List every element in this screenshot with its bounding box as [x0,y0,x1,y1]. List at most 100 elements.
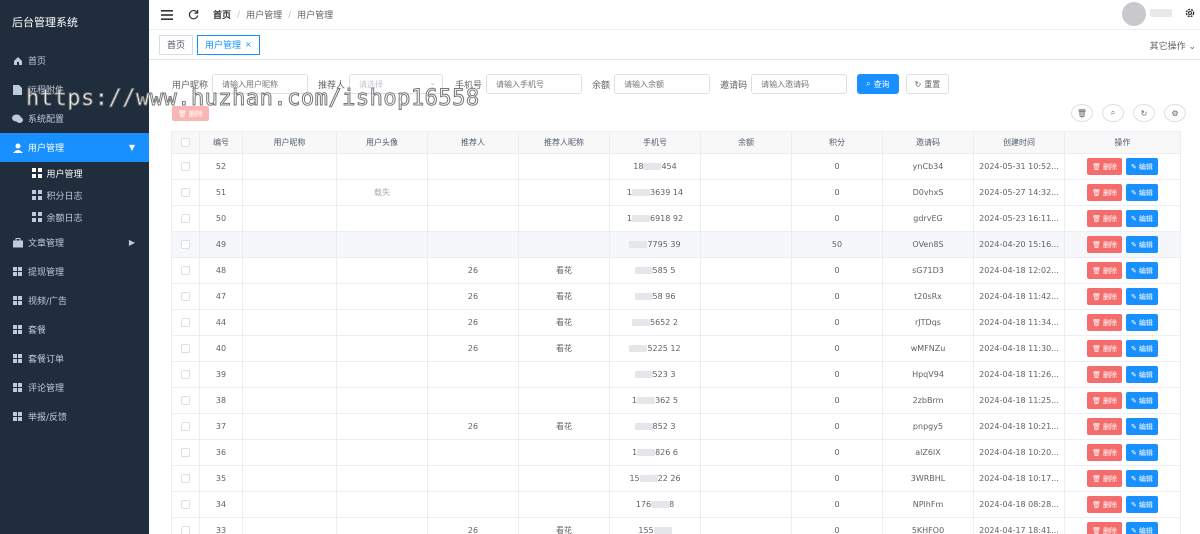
row-checkbox[interactable] [181,474,190,483]
close-icon[interactable]: × [245,40,252,49]
row-checkbox[interactable] [181,162,190,171]
delete-button[interactable]: 🗑 删除 [1087,522,1122,534]
columns-icon[interactable]: ⚙ [1164,104,1186,122]
delete-button[interactable]: 🗑 删除 [1087,314,1122,331]
table-row[interactable]: 39 523 3 0 HpqV94 2024-04-18 11:26... 🗑 删除 ✎ 编辑 [171,361,1181,388]
tab-user-management[interactable]: 用户管理 × [197,34,260,55]
sidebar-item[interactable]: 提现管理 [0,257,149,286]
delete-button[interactable]: 🗑 删除 [1087,236,1122,253]
referrer-select[interactable]: 请选择 ⌄ [349,74,444,94]
batch-delete-button[interactable]: 🗑 删除 [172,106,209,121]
edit-button[interactable]: ✎ 编辑 [1126,314,1158,331]
row-checkbox[interactable] [181,292,190,301]
row-checkbox[interactable] [181,370,190,379]
sidebar-item[interactable]: 用户管理 ▼ [0,133,149,162]
edit-button[interactable]: ✎ 编辑 [1126,366,1158,383]
row-checkbox[interactable] [181,526,190,534]
phone-suffix: 8 [669,500,675,509]
breadcrumb-home[interactable]: 首页 [213,8,231,21]
table-row[interactable]: 38 1 362 5 0 2zbBrm 2024-04-18 11:25... 🗑 删除 ✎ 编辑 [171,387,1181,414]
row-checkbox[interactable] [181,266,190,275]
delete-button[interactable]: 🗑 删除 [1087,392,1122,409]
sidebar-item[interactable]: 视频/广告 [0,286,149,315]
table-row[interactable]: 35 15 22 26 0 3WRBHL 2024-04-18 10:17... 🗑 删除 ✎ 编… [171,465,1181,492]
edit-button[interactable]: ✎ 编辑 [1126,288,1158,305]
gear-icon[interactable] [1184,7,1196,22]
delete-button[interactable]: 🗑 删除 [1087,444,1122,461]
sidebar-item[interactable]: 远程附件 [0,75,149,104]
table-row[interactable]: 36 1 826 6 0 alZ6IX 2024-04-18 10:20... 🗑 删除 ✎ 编辑 [171,439,1181,466]
row-checkbox[interactable] [181,422,190,431]
edit-button[interactable]: ✎ 编辑 [1126,340,1158,357]
edit-button[interactable]: ✎ 编辑 [1126,522,1158,534]
table-row[interactable]: 34 176 8 0 NPlhFm 2024-04-18 08:28... 🗑 删除 ✎ 编辑 [171,491,1181,518]
sidebar-item[interactable]: 系统配置 [0,104,149,133]
delete-button[interactable]: 🗑 删除 [1087,496,1122,513]
edit-button[interactable]: ✎ 编辑 [1126,236,1158,253]
table-row[interactable]: 48 26 看花 585 5 0 sG71D3 2024-04-18 12:02... 🗑 删除… [171,257,1181,284]
cell-avatar [336,205,428,232]
row-checkbox[interactable] [181,448,190,457]
table-row[interactable]: 49 7795 39 50 OVen8S 2024-04-20 15:16... 🗑 删除 ✎… [171,231,1181,258]
balance-input[interactable] [614,74,711,94]
row-checkbox[interactable] [181,396,190,405]
edit-button[interactable]: ✎ 编辑 [1126,158,1158,175]
row-checkbox[interactable] [181,188,190,197]
other-ops-dropdown[interactable]: 其它操作 ⌄ [1150,39,1196,52]
edit-button[interactable]: ✎ 编辑 [1126,470,1158,487]
invite-input[interactable] [751,74,848,94]
phone-input[interactable] [486,74,583,94]
table-row[interactable]: 37 26 看花 852 3 0 pnpgy5 2024-04-18 10:21... 🗑 删除… [171,413,1181,440]
search-toggle-icon[interactable]: ⌕ [1102,104,1124,122]
edit-button[interactable]: ✎ 编辑 [1126,262,1158,279]
sidebar-item[interactable]: 评论管理 [0,373,149,402]
sidebar-item[interactable]: 套餐订单 [0,344,149,373]
edit-button[interactable]: ✎ 编辑 [1126,210,1158,227]
reset-button[interactable]: ↻ 重置 [905,74,950,94]
nickname-input[interactable] [212,74,309,94]
edit-button[interactable]: ✎ 编辑 [1126,418,1158,435]
tab-home[interactable]: 首页 [159,34,194,55]
select-all-checkbox[interactable] [181,138,190,147]
table-row[interactable]: 50 1 6918 92 0 gdrvEG 2024-05-23 16:11... 🗑 删除 ✎… [171,205,1181,232]
row-checkbox[interactable] [181,344,190,353]
edit-button[interactable]: ✎ 编辑 [1126,496,1158,513]
delete-button[interactable]: 🗑 删除 [1087,210,1122,227]
query-button[interactable]: ⌕ 查询 [857,74,899,94]
delete-button[interactable]: 🗑 删除 [1087,288,1122,305]
trash-icon[interactable]: 🗑 [1071,104,1093,122]
cell-referrer-nickname [518,439,610,466]
delete-button[interactable]: 🗑 删除 [1087,366,1122,383]
hamburger-icon[interactable] [159,7,175,23]
username-blurred[interactable] [1150,9,1172,17]
avatar[interactable] [1122,2,1146,26]
delete-button[interactable]: 🗑 删除 [1087,470,1122,487]
table-row[interactable]: 47 26 看花 58 96 0 t20sRx 2024-04-18 11:42... 🗑 删除… [171,283,1181,310]
table-row[interactable]: 44 26 看花 5652 2 0 rJTDqs 2024-04-18 11:34... 🗑 删… [171,309,1181,336]
delete-button[interactable]: 🗑 删除 [1087,340,1122,357]
sidebar-subitem[interactable]: 用户管理 [0,162,149,184]
table-row[interactable]: 52 18 454 0 ynCb34 2024-05-31 10:52... 🗑 删除 ✎ 编辑 [171,153,1181,180]
table-row[interactable]: 51 载失 1 3639 14 0 D0vhxS 2024-05-27 14:32... 🗑 删… [171,179,1181,206]
delete-button[interactable]: 🗑 删除 [1087,262,1122,279]
sidebar-subitem[interactable]: 积分日志 [0,184,149,206]
delete-button[interactable]: 🗑 删除 [1087,418,1122,435]
delete-button[interactable]: 🗑 删除 [1087,158,1122,175]
row-checkbox[interactable] [181,318,190,327]
table-row[interactable]: 33 26 看花 155 0 5KHFO0 2024-04-17 18:41... 🗑 删除 ✎ 编… [171,517,1181,534]
delete-button[interactable]: 🗑 删除 [1087,184,1122,201]
refresh-icon[interactable]: ↻ [1133,104,1155,122]
sidebar-item[interactable]: 套餐 [0,315,149,344]
edit-button[interactable]: ✎ 编辑 [1126,392,1158,409]
sidebar-subitem[interactable]: 余额日志 [0,206,149,228]
edit-button[interactable]: ✎ 编辑 [1126,444,1158,461]
edit-button[interactable]: ✎ 编辑 [1126,184,1158,201]
sidebar-item[interactable]: 文章管理 ▶ [0,228,149,257]
sidebar-item[interactable]: 举报/反馈 [0,402,149,431]
row-checkbox[interactable] [181,240,190,249]
row-checkbox[interactable] [181,214,190,223]
row-checkbox[interactable] [181,500,190,509]
sidebar-item[interactable]: 首页 [0,46,149,75]
table-row[interactable]: 40 26 看花 5225 12 0 wMFNZu 2024-04-18 11:30... 🗑… [171,335,1181,362]
refresh-icon[interactable] [185,7,201,23]
